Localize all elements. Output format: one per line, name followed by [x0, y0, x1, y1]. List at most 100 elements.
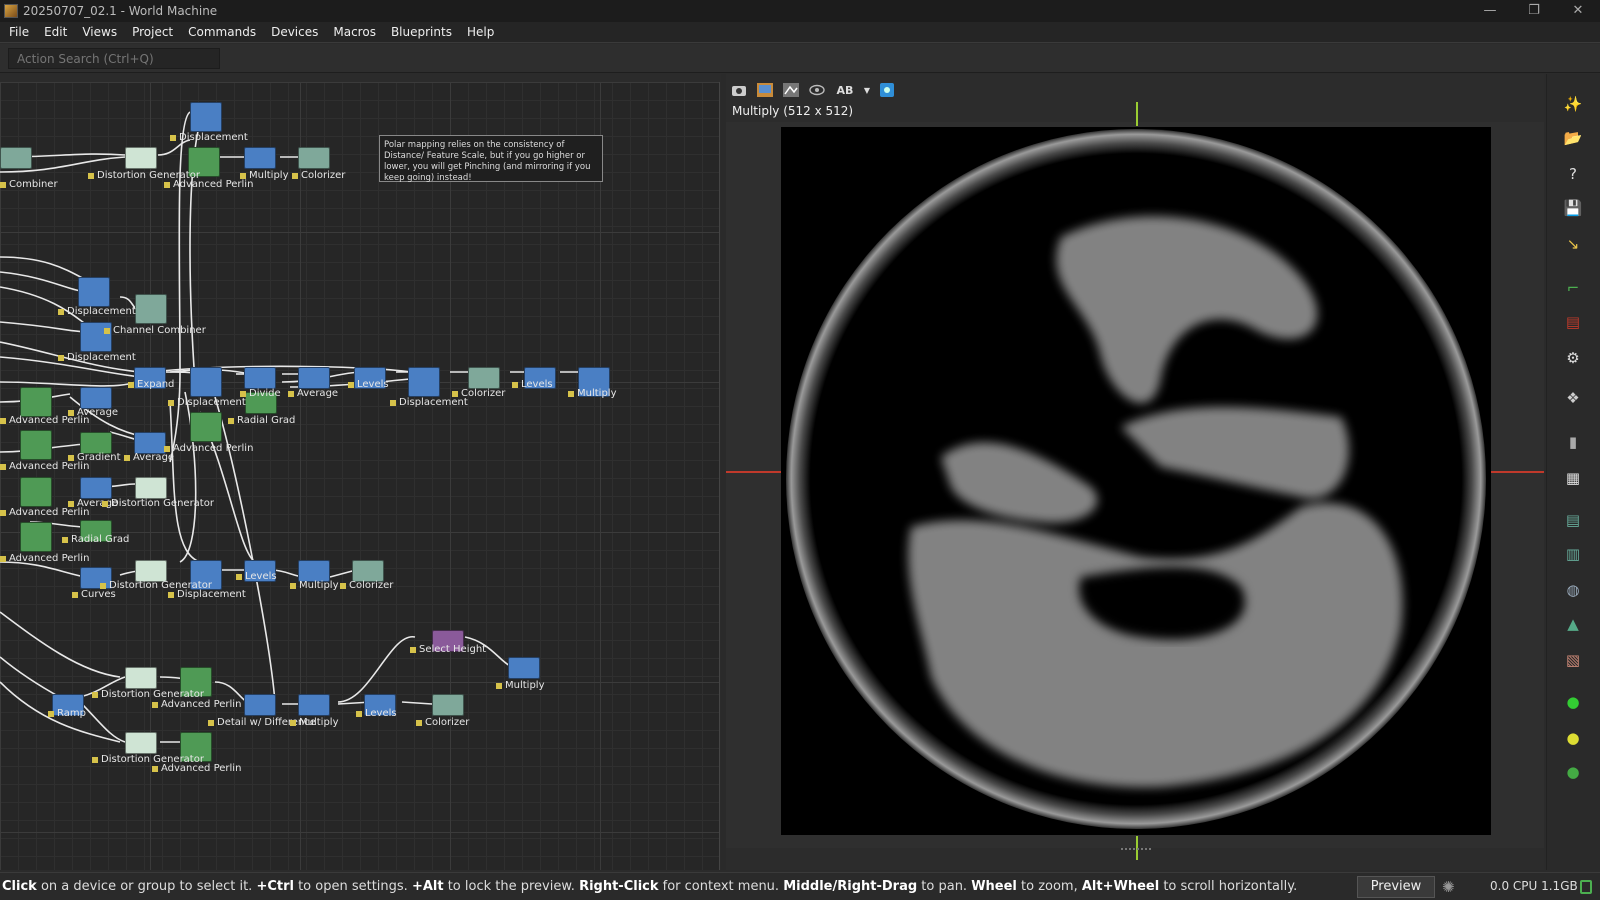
device-label-gradient[interactable]: Gradient — [68, 452, 121, 463]
device-node[interactable] — [244, 367, 276, 389]
device-node[interactable] — [20, 387, 52, 417]
device-node[interactable] — [135, 560, 167, 582]
device-node[interactable] — [244, 147, 276, 169]
menu-help[interactable]: Help — [458, 25, 500, 39]
device-label-levels[interactable]: Levels — [348, 379, 389, 390]
device-node[interactable] — [125, 147, 157, 169]
view-grid-icon[interactable]: ▥ — [1561, 542, 1585, 566]
device-label-displacement[interactable]: Displacement — [170, 132, 248, 143]
camera-icon[interactable] — [728, 80, 750, 100]
device-label-channel-combiner[interactable]: Channel Combiner — [104, 325, 206, 336]
device-node[interactable] — [80, 432, 112, 454]
device-node[interactable] — [20, 522, 52, 552]
minimize-button[interactable]: — — [1468, 0, 1512, 22]
terrain-view-icon[interactable]: ▲ — [1561, 612, 1585, 636]
device-label-displacement[interactable]: Displacement — [58, 306, 136, 317]
graph-comment-note[interactable]: Polar mapping relies on the consistency … — [379, 135, 603, 183]
new-project-icon[interactable]: ✨ — [1561, 92, 1585, 116]
device-node[interactable] — [190, 412, 222, 442]
maximize-button[interactable]: ❐ — [1512, 0, 1556, 22]
report-icon[interactable]: ▤ — [1561, 310, 1585, 334]
device-label-multiply[interactable]: Multiply — [240, 170, 289, 181]
device-label-multiply[interactable]: Multiply — [290, 717, 339, 728]
layout-bracket-icon[interactable]: ⌐ — [1561, 276, 1585, 300]
device-node[interactable] — [0, 147, 32, 169]
view-table-icon[interactable]: ▤ — [1561, 508, 1585, 532]
device-node[interactable] — [20, 477, 52, 507]
device-label-combiner[interactable]: Combiner — [0, 179, 58, 190]
device-node[interactable] — [135, 294, 167, 324]
earth-sphere-icon[interactable]: ● — [1561, 760, 1585, 784]
device-node[interactable] — [134, 432, 166, 454]
menu-edit[interactable]: Edit — [35, 25, 73, 39]
globe-view-icon[interactable]: ◍ — [1561, 578, 1585, 602]
device-label-displacement[interactable]: Displacement — [168, 589, 246, 600]
device-label-advanced-perlin[interactable]: Advanced Perlin — [164, 443, 253, 454]
device-node[interactable] — [125, 667, 157, 689]
device-node[interactable] — [298, 560, 330, 582]
device-label-multiply[interactable]: Multiply — [568, 388, 617, 399]
device-label-average[interactable]: Average — [288, 388, 338, 399]
device-label-advanced-perlin[interactable]: Advanced Perlin — [0, 553, 89, 564]
device-label-colorizer[interactable]: Colorizer — [452, 388, 505, 399]
viewport-resize-grip[interactable] — [1121, 848, 1151, 851]
device-label-average[interactable]: Average — [124, 452, 174, 463]
device-label-multiply[interactable]: Multiply — [290, 580, 339, 591]
device-label-multiply[interactable]: Multiply — [496, 680, 545, 691]
device-label-ramp[interactable]: Ramp — [48, 708, 86, 719]
close-button[interactable]: ✕ — [1556, 0, 1600, 22]
device-node[interactable] — [78, 277, 110, 307]
device-node[interactable] — [20, 430, 52, 460]
device-label-levels[interactable]: Levels — [512, 379, 553, 390]
device-node[interactable] — [298, 367, 330, 389]
device-label-advanced-perlin[interactable]: Advanced Perlin — [152, 763, 241, 774]
yellow-sphere-icon[interactable]: ● — [1561, 726, 1585, 750]
device-label-displacement[interactable]: Displacement — [58, 352, 136, 363]
device-label-levels[interactable]: Levels — [356, 708, 397, 719]
menu-macros[interactable]: Macros — [324, 25, 382, 39]
snapshot-icon[interactable] — [876, 80, 898, 100]
device-node[interactable] — [298, 694, 330, 716]
action-search-input[interactable] — [8, 48, 220, 69]
device-node[interactable] — [125, 732, 157, 754]
device-graph-canvas[interactable]: Displacement Combiner Distortion Generator… — [0, 82, 720, 870]
device-label-levels[interactable]: Levels — [236, 571, 277, 582]
settings-gear-icon[interactable]: ⚙ — [1561, 346, 1585, 370]
device-label-select-height[interactable]: Select Height — [410, 644, 486, 655]
device-label-expand[interactable]: Expand — [128, 379, 174, 390]
menu-blueprints[interactable]: Blueprints — [382, 25, 458, 39]
device-node[interactable] — [432, 694, 464, 716]
device-label-radial-grad[interactable]: Radial Grad — [228, 415, 295, 426]
preview-button[interactable]: Preview — [1357, 876, 1435, 898]
device-node[interactable] — [408, 367, 440, 397]
menu-views[interactable]: Views — [73, 25, 123, 39]
device-label-divide[interactable]: Divide — [240, 388, 281, 399]
green-sphere-icon[interactable]: ● — [1561, 690, 1585, 714]
device-node[interactable] — [298, 147, 330, 169]
device-node[interactable] — [80, 477, 112, 499]
menu-file[interactable]: File — [0, 25, 35, 39]
device-node[interactable] — [80, 387, 112, 409]
device-node[interactable] — [190, 102, 222, 132]
panel-toggle-icon[interactable]: ▮ — [1561, 430, 1585, 454]
device-label-average[interactable]: Average — [68, 407, 118, 418]
help-icon[interactable]: ? — [1561, 162, 1585, 186]
menu-commands[interactable]: Commands — [179, 25, 262, 39]
menu-devices[interactable]: Devices — [262, 25, 324, 39]
device-node[interactable] — [135, 477, 167, 499]
open-folder-icon[interactable]: 📂 — [1561, 126, 1585, 150]
preview-render-icon[interactable] — [780, 80, 802, 100]
device-label-radial-grad[interactable]: Radial Grad — [62, 534, 129, 545]
device-label-colorizer[interactable]: Colorizer — [292, 170, 345, 181]
save-icon[interactable]: 💾 — [1561, 196, 1585, 220]
device-label-colorizer[interactable]: Colorizer — [340, 580, 393, 591]
export-icon[interactable]: ↘ — [1561, 232, 1585, 256]
preview-viewport[interactable] — [726, 102, 1544, 860]
device-label-advanced-perlin[interactable]: Advanced Perlin — [152, 699, 241, 710]
ab-compare-button[interactable]: AB — [832, 80, 858, 100]
device-label-colorizer[interactable]: Colorizer — [416, 717, 469, 728]
grid-layout-icon[interactable]: ▦ — [1561, 466, 1585, 490]
world-settings-icon[interactable]: ❖ — [1561, 386, 1585, 410]
eye-icon[interactable] — [806, 80, 828, 100]
device-node[interactable] — [352, 560, 384, 582]
